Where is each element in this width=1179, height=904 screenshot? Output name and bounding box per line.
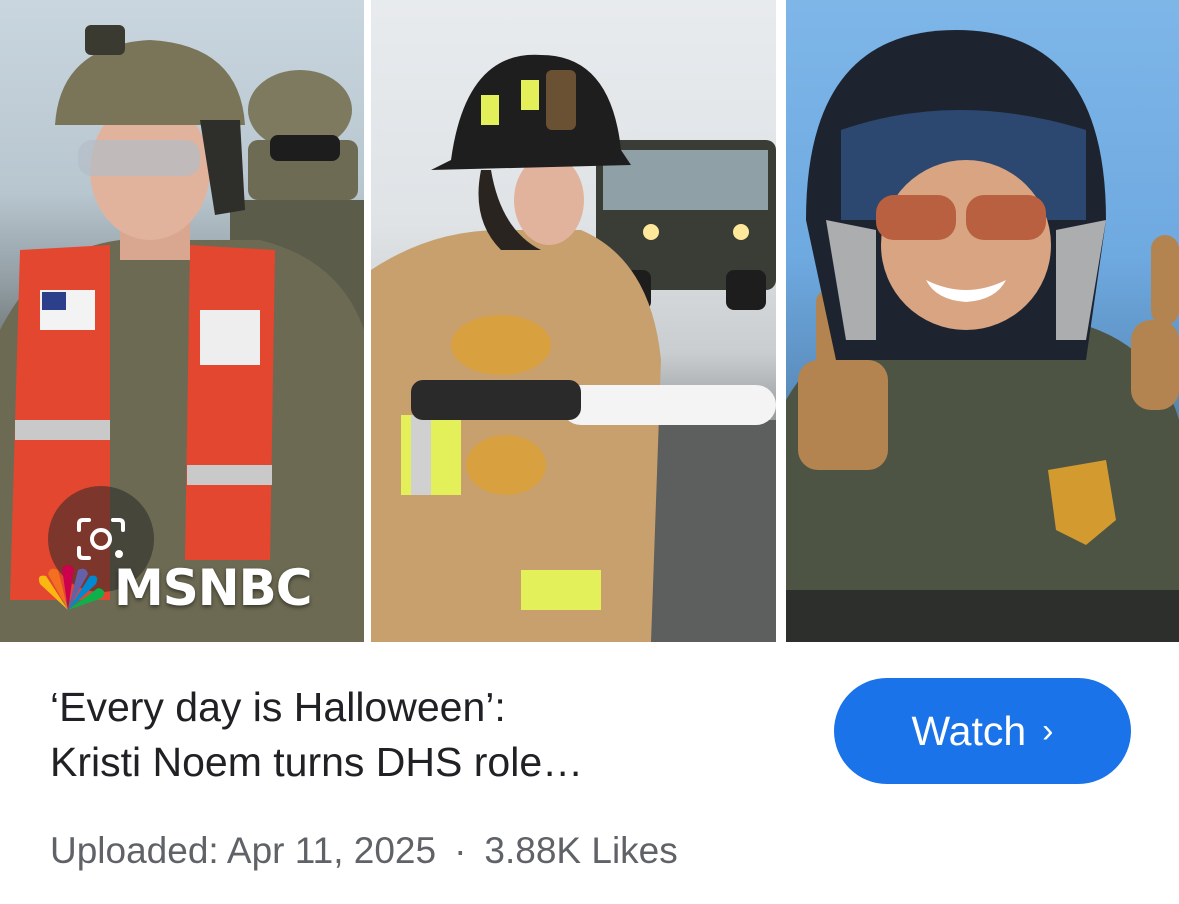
video-thumbnail[interactable]: MSNBC bbox=[0, 0, 1179, 642]
border-patrol-motorcycle-photo bbox=[786, 0, 1179, 642]
firefighter-photo bbox=[371, 0, 776, 642]
upload-date: Uploaded: Apr 11, 2025 bbox=[50, 830, 437, 871]
video-meta: Uploaded: Apr 11, 2025 · 3.88K Likes bbox=[50, 830, 678, 872]
meta-separator: · bbox=[454, 830, 467, 871]
like-count: 3.88K Likes bbox=[484, 830, 678, 871]
video-title-line1: ‘Every day is Halloween’: bbox=[50, 684, 506, 730]
peacock-icon bbox=[38, 565, 105, 610]
watch-button[interactable]: Watch › bbox=[834, 678, 1131, 784]
watch-button-label: Watch bbox=[911, 707, 1027, 754]
chevron-right-icon: › bbox=[1042, 711, 1054, 750]
video-title[interactable]: ‘Every day is Halloween’: Kristi Noem tu… bbox=[50, 680, 790, 790]
msnbc-logo: MSNBC bbox=[28, 559, 312, 617]
google-lens-icon bbox=[77, 518, 125, 560]
video-title-line2: Kristi Noem turns DHS role… bbox=[50, 739, 584, 785]
logo-text: MSNBC bbox=[114, 559, 312, 617]
